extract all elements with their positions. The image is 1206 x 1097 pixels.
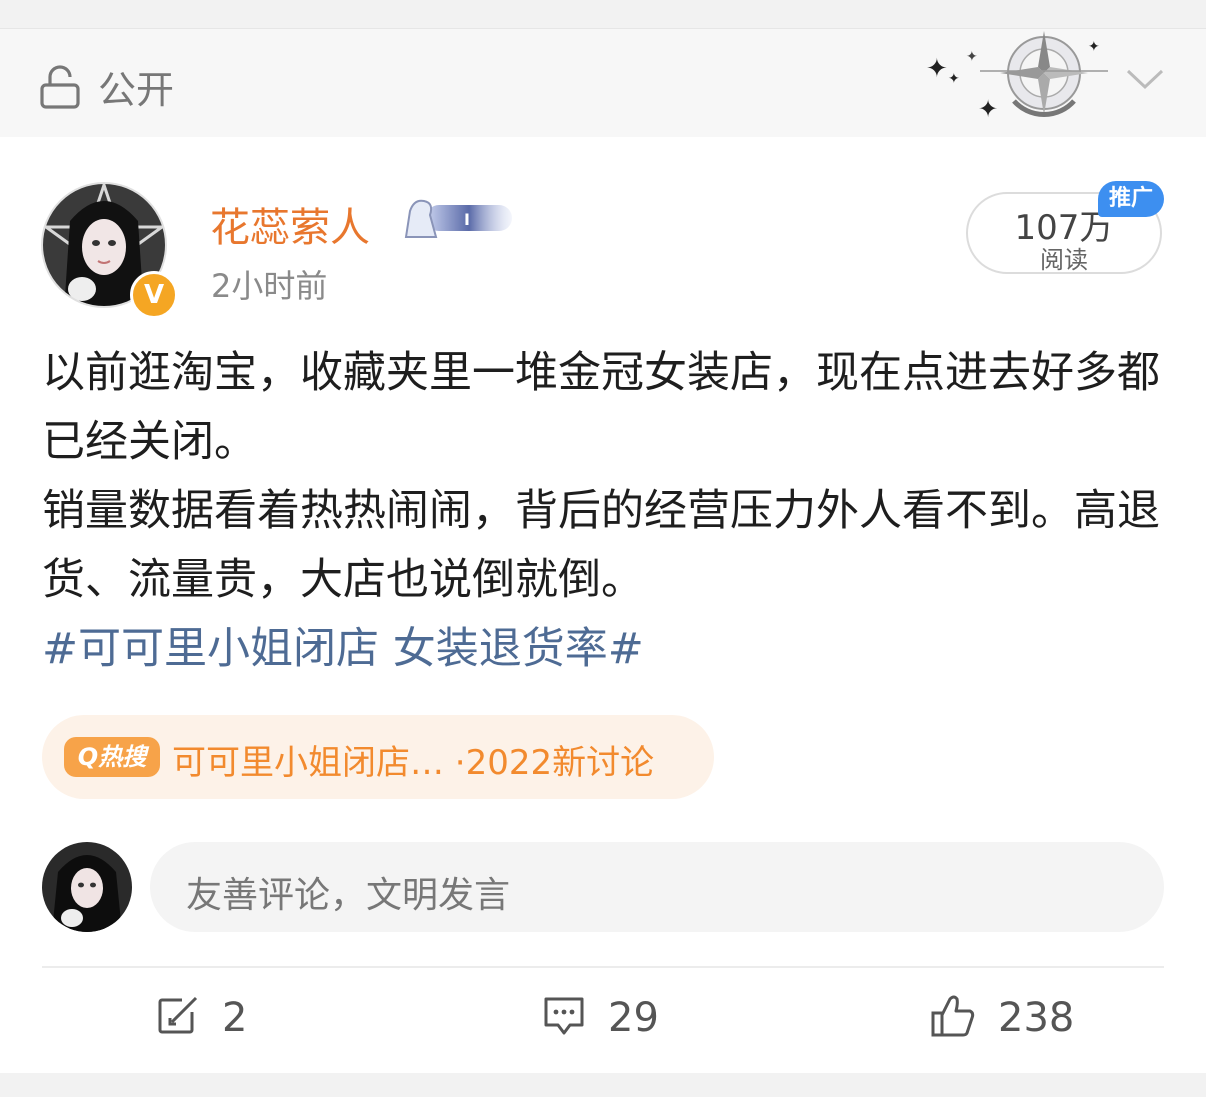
promo-tag: 推广 (1098, 181, 1164, 217)
chevron-down-icon[interactable] (1124, 65, 1166, 99)
repost-count: 2 (222, 995, 248, 1041)
privacy-label: 公开 (98, 68, 175, 112)
post-card: V 花蕊萦人 I 2小时前 107万 阅读 推广 以前逛淘宝，收藏夹里一堆金冠女… (0, 137, 1206, 1073)
post-paragraph: 以前逛淘宝，收藏夹里一堆金冠女装店，现在点进去好多都已经关闭。 (42, 348, 1160, 467)
comment-button[interactable]: 29 (542, 993, 659, 1043)
comment-input[interactable]: 友善评论，文明发言 (150, 842, 1164, 932)
current-user-avatar (42, 842, 132, 932)
post-time: 2小时前 (211, 267, 328, 305)
post-visibility-bar: 公开 ✦ ✦ ✦ ✦ ✦ (0, 28, 1206, 138)
like-count: 238 (998, 995, 1075, 1041)
read-label: 阅读 (1040, 246, 1088, 274)
hot-search-text: 可可里小姐闭店… ·2022新讨论 (172, 743, 655, 783)
member-level-icon: I (400, 193, 516, 247)
compass-star-decoration: ✦ ✦ ✦ ✦ ✦ (912, 31, 1112, 135)
unlock-icon (40, 64, 80, 109)
action-divider (42, 966, 1164, 968)
svg-text:✦: ✦ (966, 49, 978, 65)
svg-text:✦: ✦ (1088, 39, 1100, 55)
page-bottom-strip (0, 1073, 1206, 1097)
like-button[interactable]: 238 (930, 993, 1074, 1043)
post-paragraph: 销量数据看着热热闹闹，背后的经营压力外人看不到。高退货、流量贵，大店也说倒就倒。 (42, 486, 1160, 605)
privacy-setting[interactable]: 公开 (40, 59, 174, 114)
author-avatar[interactable]: V (40, 181, 178, 319)
post-body: 以前逛淘宝，收藏夹里一堆金冠女装店，现在点进去好多都已经关闭。 销量数据看着热热… (42, 339, 1162, 684)
hot-search-badge: Q热搜 (64, 737, 160, 777)
comment-icon (542, 995, 586, 1041)
comment-count: 29 (608, 995, 659, 1041)
author-name[interactable]: 花蕊萦人 (210, 195, 370, 253)
svg-text:✦: ✦ (926, 54, 948, 84)
verified-badge: V (130, 271, 178, 319)
svg-text:✦: ✦ (978, 95, 998, 123)
comment-placeholder: 友善评论，文明发言 (186, 875, 511, 916)
repost-icon (156, 996, 200, 1040)
repost-button[interactable]: 2 (156, 993, 247, 1043)
svg-text:I: I (464, 210, 470, 229)
hot-search-chip[interactable]: Q热搜 可可里小姐闭店… ·2022新讨论 (42, 715, 714, 799)
hashtag-link[interactable]: #可可里小姐闭店 女装退货率# (42, 615, 1162, 684)
svg-text:✦: ✦ (948, 71, 960, 87)
thumbs-up-icon (930, 993, 976, 1043)
